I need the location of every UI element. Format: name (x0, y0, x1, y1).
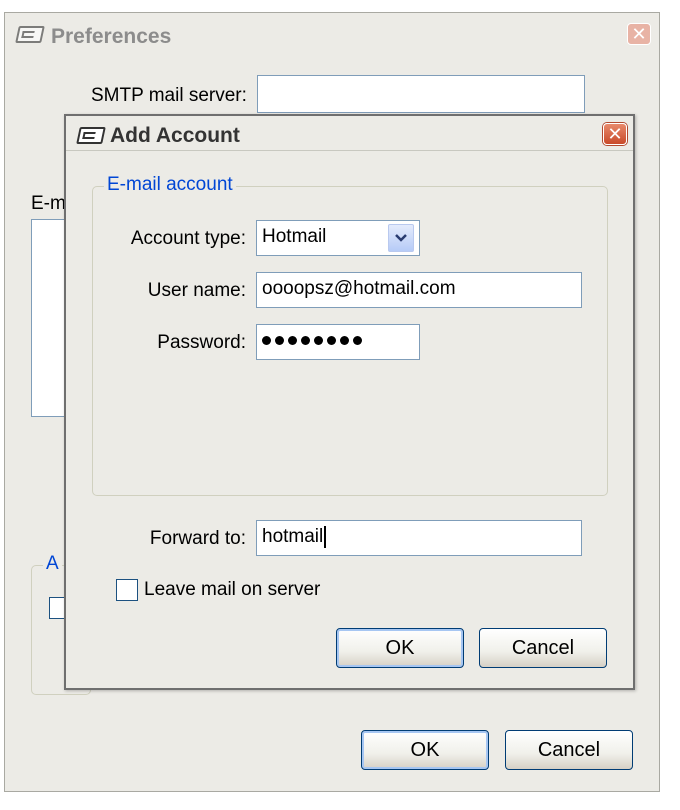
add-account-titlebar[interactable]: Add Account ✕ (66, 116, 633, 152)
add-account-ok-button[interactable]: OK (336, 628, 464, 668)
leave-mail-checkbox[interactable] (116, 579, 138, 601)
preferences-title: Preferences (51, 25, 172, 48)
smtp-server-label: SMTP mail server: (91, 85, 247, 106)
chevron-down-icon[interactable] (388, 224, 414, 252)
password-dot (327, 336, 336, 346)
username-input[interactable]: oooopsz@hotmail.com (256, 272, 582, 308)
password-dot (314, 336, 323, 346)
password-dot (353, 336, 362, 346)
account-type-label: Account type: (130, 228, 246, 249)
add-account-dialog: Add Account ✕ E-mail account Account typ… (64, 114, 635, 690)
forward-to-label: Forward to: (149, 528, 246, 549)
password-dot (275, 336, 284, 346)
forward-to-input[interactable]: hotmail (256, 520, 582, 556)
add-account-cancel-button[interactable]: Cancel (479, 628, 607, 668)
close-icon: ✕ (607, 124, 623, 144)
preferences-cancel-button[interactable]: Cancel (505, 730, 633, 770)
account-type-select[interactable]: Hotmail (256, 220, 420, 256)
smtp-server-input[interactable] (257, 75, 585, 113)
password-dot (301, 336, 310, 346)
add-account-close-button[interactable]: ✕ (603, 123, 627, 145)
app-window-icon (15, 26, 45, 43)
account-type-value: Hotmail (262, 226, 327, 247)
add-account-title: Add Account (110, 124, 240, 147)
password-label: Password: (157, 332, 246, 353)
username-label: User name: (147, 280, 246, 301)
password-dot (340, 336, 349, 346)
email-account-legend: E-mail account (104, 174, 236, 196)
accounts-group-legend: A (43, 553, 62, 575)
email-accounts-label: E-m (31, 193, 66, 214)
password-input[interactable] (256, 324, 420, 360)
text-caret (324, 525, 327, 548)
leave-mail-label[interactable]: Leave mail on server (144, 579, 320, 601)
password-dot (288, 336, 297, 346)
title-separator (66, 150, 633, 151)
password-dot (262, 336, 271, 346)
password-mask (262, 330, 366, 351)
close-icon: ✕ (631, 24, 647, 44)
preferences-titlebar[interactable]: Preferences ✕ (5, 13, 659, 49)
preferences-close-button[interactable]: ✕ (627, 23, 651, 45)
preferences-ok-button[interactable]: OK (361, 730, 489, 770)
app-window-icon (76, 127, 106, 144)
forward-to-value: hotmail (262, 526, 324, 547)
